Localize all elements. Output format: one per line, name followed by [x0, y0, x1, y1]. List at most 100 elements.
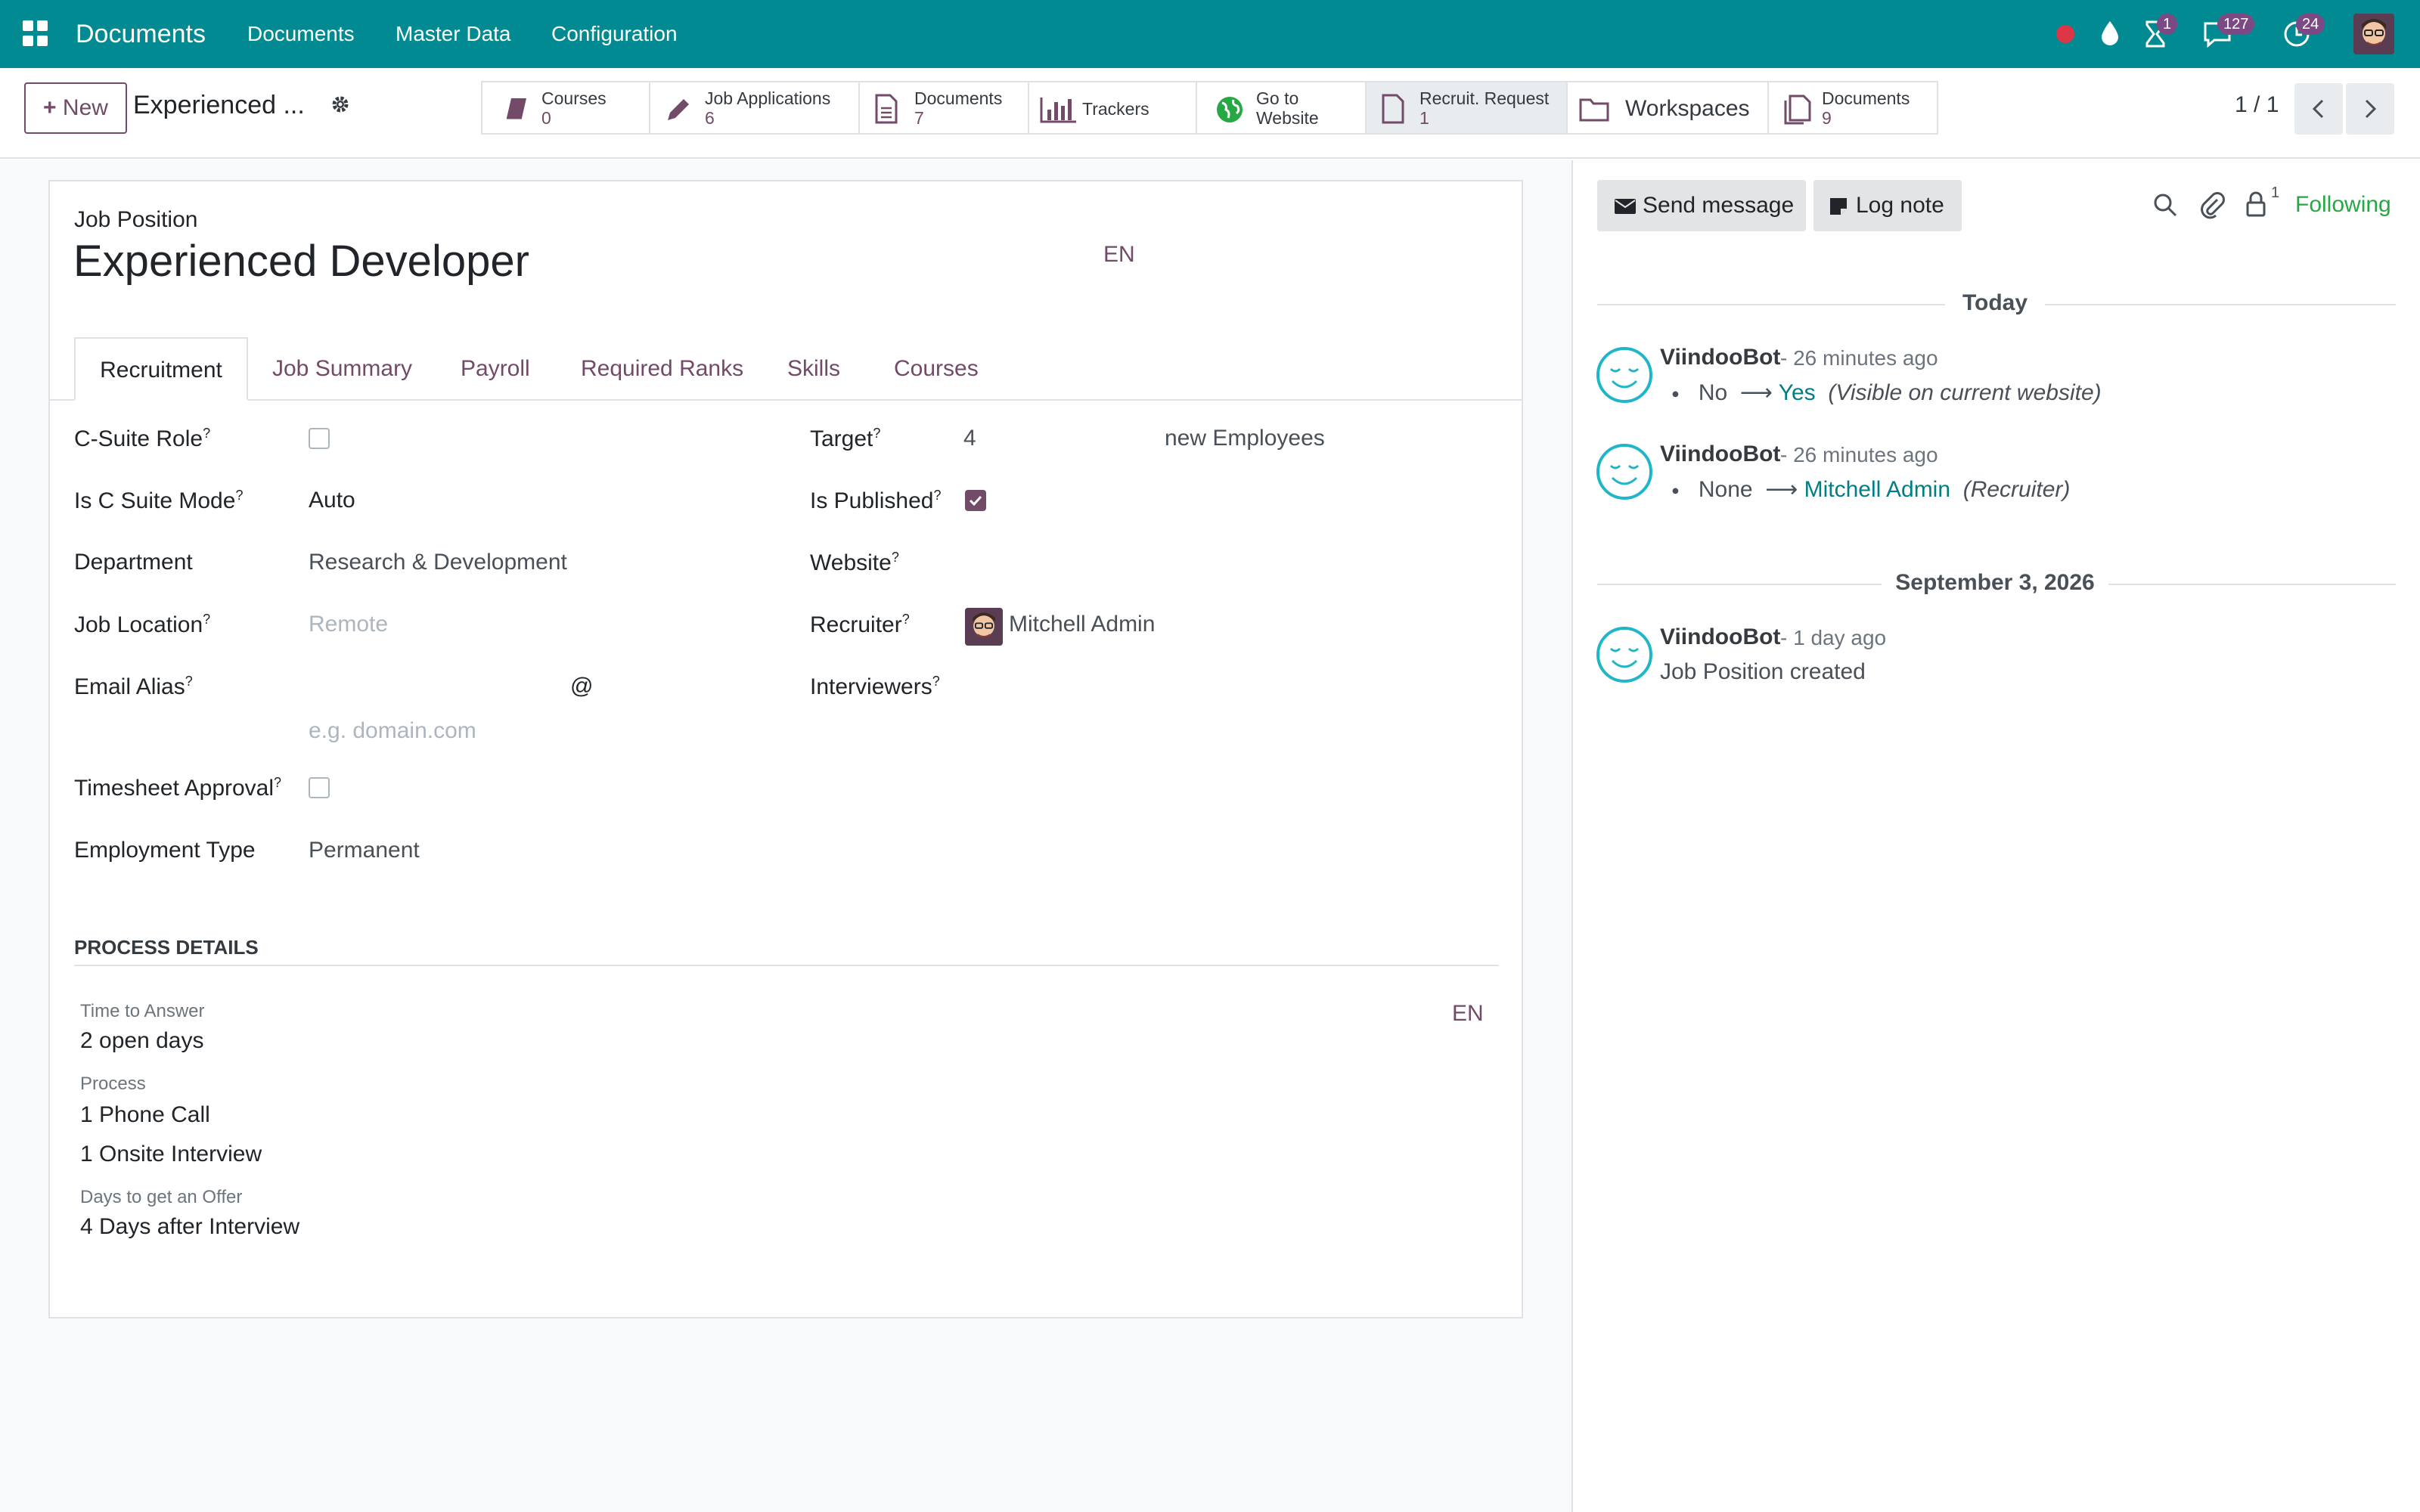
process-step[interactable]: 1 Phone Call	[80, 1102, 210, 1128]
job-location-field[interactable]: Remote	[309, 612, 388, 637]
smart-button-go-to-website[interactable]: Go to Website	[1197, 81, 1367, 135]
smart-label-documents: Documents	[914, 88, 1003, 108]
smart-button-trackers[interactable]: Trackers	[1029, 81, 1197, 135]
is-published-checkbox[interactable]	[965, 490, 986, 511]
email-alias-label: Email Alias?	[74, 674, 193, 699]
smart-value-documents: 7	[914, 108, 924, 128]
smart-label-job-applications: Job Applications	[705, 88, 831, 108]
c-suite-role-checkbox[interactable]	[309, 428, 330, 449]
viindoobot-avatar	[1596, 444, 1652, 500]
smart-button-job-applications[interactable]: Job Applications 6	[650, 81, 860, 135]
pager-previous-button[interactable]	[2294, 83, 2343, 135]
user-lock-icon[interactable]	[2245, 191, 2267, 218]
smart-label-website: Website	[1256, 108, 1319, 128]
target-suffix: new Employees	[1165, 426, 1325, 451]
apps-menu-icon[interactable]	[23, 20, 48, 46]
recruiter-avatar	[965, 608, 1003, 646]
message-author[interactable]: ViindooBot	[1660, 442, 1780, 467]
timesheet-approval-label: Timesheet Approval?	[74, 775, 282, 801]
send-message-button[interactable]: Send message	[1597, 180, 1806, 231]
menu-configuration[interactable]: Configuration	[551, 0, 678, 68]
time-to-answer-label: Time to Answer	[80, 1001, 205, 1021]
message-time: - 26 minutes ago	[1780, 346, 1938, 370]
department-label: Department	[74, 550, 193, 575]
days-offer-value[interactable]: 4 Days after Interview	[80, 1214, 299, 1240]
recruiter-field[interactable]: Mitchell Admin	[1009, 612, 1155, 637]
book-icon	[507, 98, 526, 119]
document-icon	[875, 94, 898, 124]
droplet-icon[interactable]	[2099, 20, 2121, 47]
pencil-icon	[668, 99, 689, 120]
job-location-label: Job Location?	[74, 612, 211, 637]
user-avatar[interactable]	[2353, 14, 2394, 54]
paperclip-icon[interactable]	[2199, 191, 2225, 219]
email-domain-field[interactable]: e.g. domain.com	[309, 718, 476, 744]
documents-stack-icon	[1784, 94, 1811, 125]
target-field[interactable]: 4	[963, 426, 976, 451]
smart-button-workspaces[interactable]: Workspaces	[1568, 81, 1769, 135]
tabs-underline	[48, 399, 1523, 401]
smart-value-recruit-request: 1	[1419, 108, 1429, 128]
smart-button-documents-9[interactable]: Documents 9	[1769, 81, 1938, 135]
message-author[interactable]: ViindooBot	[1660, 624, 1780, 650]
smart-button-documents[interactable]: Documents 7	[860, 81, 1029, 135]
smart-label-go-to: Go to	[1256, 88, 1299, 108]
smart-label-documents-9: Documents	[1822, 88, 1910, 108]
smart-value-courses: 0	[541, 108, 551, 128]
pager-next-button[interactable]	[2346, 83, 2394, 135]
time-to-answer-value[interactable]: 2 open days	[80, 1028, 203, 1054]
new-button[interactable]: + New	[24, 82, 127, 134]
top-navbar: Documents Documents Master Data Configur…	[0, 0, 2420, 68]
employment-type-field[interactable]: Permanent	[309, 838, 420, 863]
tab-payroll[interactable]: Payroll	[461, 337, 530, 401]
tracking-change-line: ● No ⟶ Yes (Visible on current website)	[1671, 380, 2102, 405]
employment-type-label: Employment Type	[74, 838, 256, 863]
tab-required-ranks[interactable]: Required Ranks	[581, 337, 743, 401]
timesheet-approval-checkbox[interactable]	[309, 777, 330, 798]
following-button[interactable]: Following	[2295, 192, 2391, 218]
job-title-field[interactable]: Experienced Developer	[73, 236, 529, 287]
tab-job-summary[interactable]: Job Summary	[272, 337, 412, 401]
smart-label-workspaces: Workspaces	[1625, 96, 1750, 121]
target-label: Target?	[810, 426, 881, 451]
viindoobot-avatar	[1596, 627, 1652, 683]
tab-skills[interactable]: Skills	[787, 337, 840, 401]
c-suite-role-label: C-Suite Role?	[74, 426, 211, 451]
smart-value-documents-9: 9	[1822, 108, 1832, 128]
tab-courses[interactable]: Courses	[894, 337, 979, 401]
smart-label-trackers: Trackers	[1082, 99, 1150, 119]
c-suite-mode-select[interactable]: Auto	[309, 488, 355, 513]
gear-icon[interactable]	[330, 94, 351, 115]
activity-badge: 1	[2157, 14, 2178, 35]
log-note-button[interactable]: Log note	[1813, 180, 1962, 231]
clock-badge: 24	[2296, 14, 2325, 35]
process-lang-button[interactable]: EN	[1452, 1001, 1484, 1027]
message-time: - 1 day ago	[1780, 626, 1887, 649]
message-body: Job Position created	[1660, 659, 1866, 684]
breadcrumb: Experienced ...	[133, 91, 305, 119]
tracking-change-line: ● None ⟶ Mitchell Admin (Recruiter)	[1671, 477, 2071, 502]
c-suite-mode-label: Is C Suite Mode?	[74, 488, 244, 513]
smart-label-recruit-request: Recruit. Request	[1419, 88, 1550, 108]
menu-master-data[interactable]: Master Data	[396, 0, 511, 68]
smart-button-courses[interactable]: Courses 0	[481, 81, 650, 135]
website-label: Website?	[810, 550, 899, 575]
pager-value[interactable]: 1 / 1	[2235, 92, 2279, 118]
search-icon[interactable]	[2152, 192, 2178, 218]
folder-icon	[1579, 98, 1609, 122]
envelope-icon	[1615, 199, 1636, 214]
department-field[interactable]: Research & Development	[309, 550, 567, 575]
recording-icon[interactable]	[2056, 25, 2074, 43]
message-author[interactable]: ViindooBot	[1660, 345, 1780, 370]
check-icon	[969, 495, 982, 507]
smart-button-recruit-request[interactable]: Recruit. Request 1	[1367, 81, 1568, 135]
title-lang-button[interactable]: EN	[1103, 242, 1135, 268]
menu-documents[interactable]: Documents	[247, 0, 355, 68]
is-published-label: Is Published?	[810, 488, 942, 513]
app-name[interactable]: Documents	[76, 0, 206, 68]
viindoobot-avatar	[1596, 347, 1652, 403]
date-separator-today: Today	[1962, 290, 2028, 315]
tab-recruitment[interactable]: Recruitment	[74, 337, 248, 401]
process-step[interactable]: 1 Onsite Interview	[80, 1142, 262, 1167]
process-label: Process	[80, 1074, 146, 1094]
